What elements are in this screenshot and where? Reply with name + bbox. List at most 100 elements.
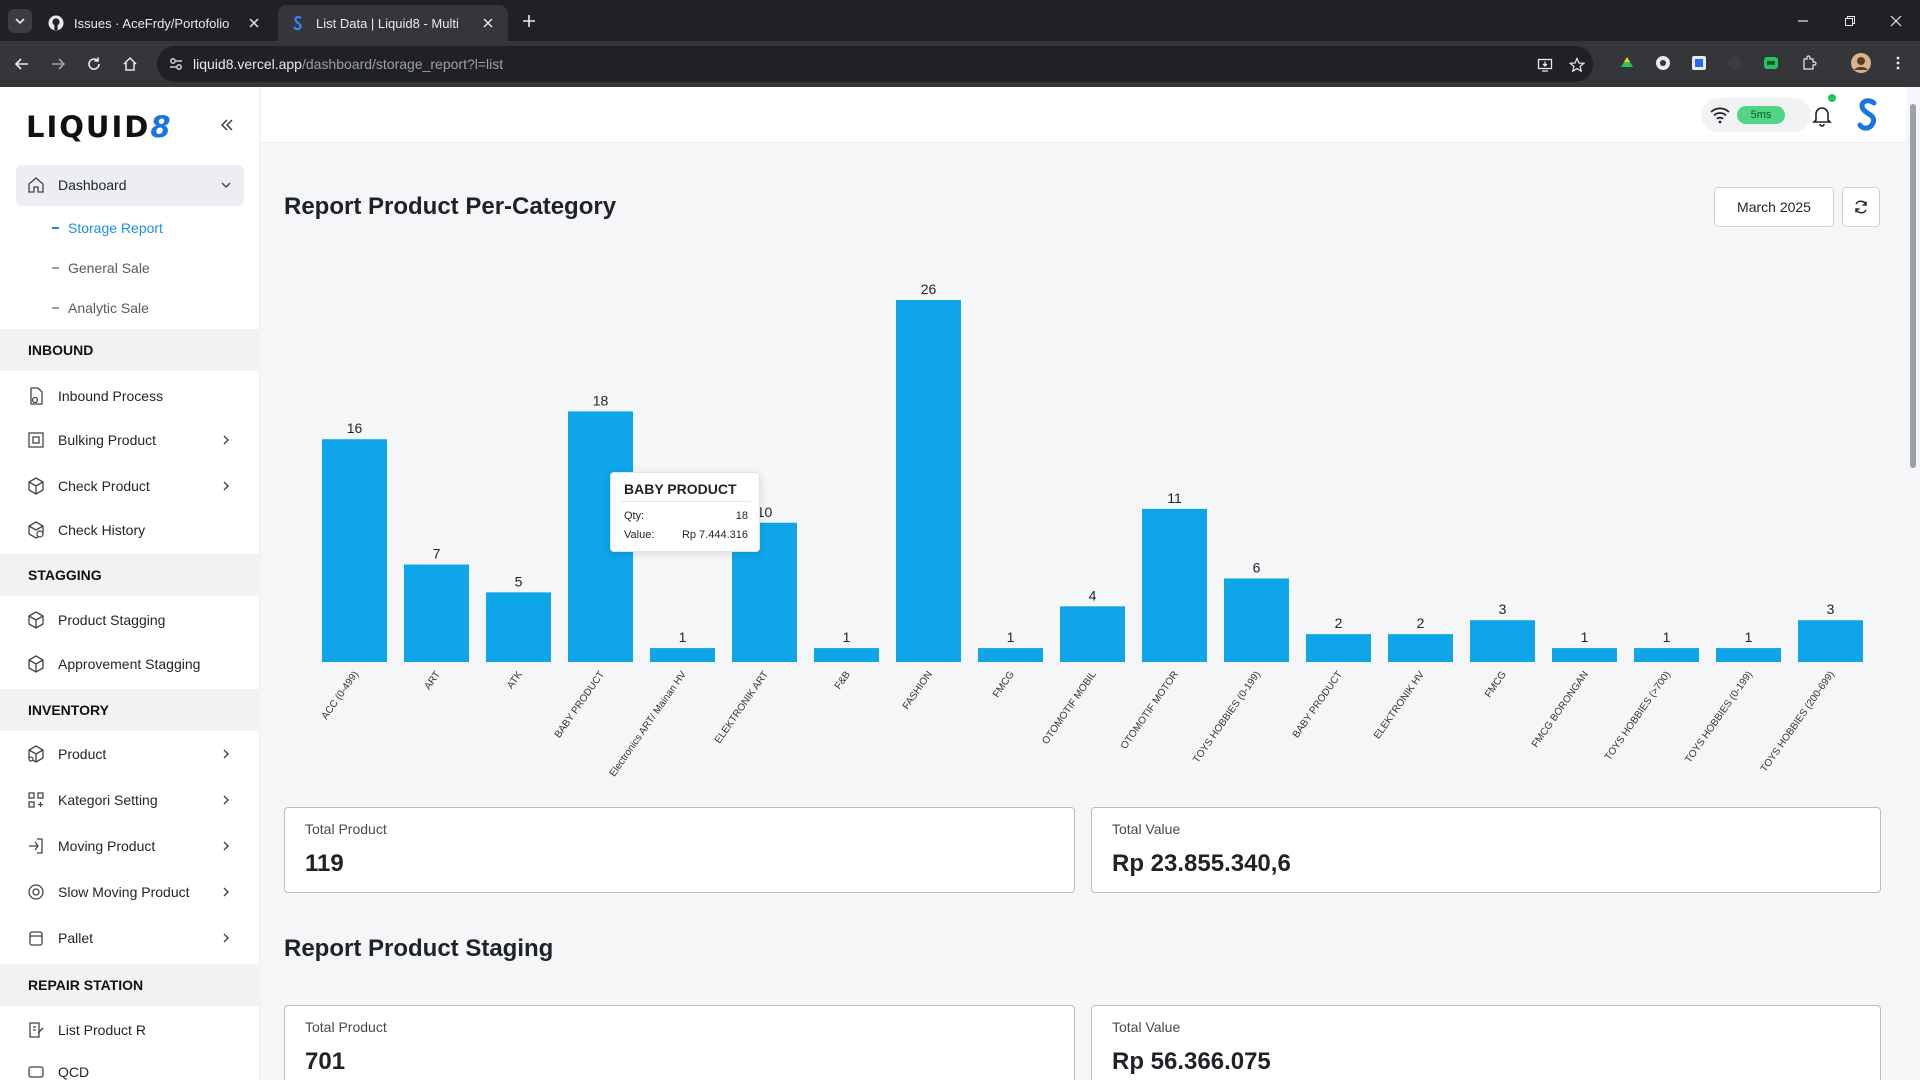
sidebar-subitem-analytic-sale[interactable]: Analytic Sale — [52, 300, 149, 316]
chart-bar[interactable] — [1388, 634, 1453, 662]
extension-privacy-icon[interactable] — [1653, 53, 1673, 73]
sidebar-item-label: Dashboard — [58, 177, 127, 193]
reload-button[interactable] — [82, 52, 106, 76]
profile-avatar[interactable] — [1851, 53, 1871, 73]
tooltip-qty-row: Qty: 18 — [624, 510, 748, 522]
refresh-button[interactable] — [1842, 187, 1880, 227]
close-window-button[interactable] — [1885, 10, 1907, 32]
plus-icon — [523, 15, 535, 27]
install-app-icon[interactable] — [1535, 55, 1555, 75]
chart-data-label: 2 — [1417, 615, 1425, 631]
chart-bar[interactable] — [1716, 648, 1781, 662]
chart-bar[interactable] — [322, 439, 387, 662]
close-icon[interactable] — [480, 15, 496, 31]
chart-data-label: 7 — [433, 546, 441, 562]
home-button[interactable] — [118, 52, 142, 76]
chevron-down-icon — [221, 182, 231, 188]
chart-x-tick-label: ELEKTRONIK HV — [1372, 669, 1427, 741]
sidebar-item-label: Kategori Setting — [58, 792, 158, 808]
sidebar-item-check-history[interactable]: Check History — [0, 510, 259, 550]
grid-settings-icon — [28, 792, 44, 808]
address-bar[interactable]: liquid8.vercel.app/dashboard/storage_rep… — [157, 46, 1593, 82]
sidebar-item-pallet[interactable]: Pallet — [0, 918, 259, 958]
sidebar-item-qcd[interactable]: QCD — [0, 1052, 259, 1080]
sidebar-item-label: Inbound Process — [58, 388, 164, 404]
sidebar-item-moving-product[interactable]: Moving Product — [0, 826, 259, 866]
extension-drive-icon[interactable] — [1617, 53, 1637, 73]
chart-data-label: 6 — [1253, 559, 1261, 575]
sidebar-item-list-product-r[interactable]: List Product R — [0, 1010, 259, 1050]
minimize-button[interactable] — [1792, 10, 1814, 32]
chart-bar[interactable] — [1798, 620, 1863, 662]
forward-button[interactable] — [46, 52, 70, 76]
chart-bar[interactable] — [1552, 648, 1617, 662]
scrollbar-thumb[interactable] — [1910, 104, 1916, 468]
total-value-label: Total Value — [1112, 821, 1181, 837]
tooltip-qty-value: 18 — [735, 510, 748, 522]
wifi-icon — [1710, 107, 1730, 124]
close-icon[interactable] — [246, 15, 262, 31]
sidebar-item-product-stagging[interactable]: Product Stagging — [0, 600, 259, 640]
sidebar-item-inbound-process[interactable]: Inbound Process — [0, 376, 259, 416]
sidebar-item-bulking-product[interactable]: Bulking Product — [0, 420, 259, 460]
staging-total-product-value: 701 — [305, 1048, 346, 1075]
new-tab-button[interactable] — [518, 10, 540, 32]
sidebar-item-product[interactable]: Product — [0, 734, 259, 774]
site-settings-icon[interactable] — [167, 55, 185, 73]
chart-bar[interactable] — [896, 300, 961, 662]
section-repair-station: REPAIR STATION — [0, 964, 259, 1006]
restore-button[interactable] — [1839, 10, 1861, 32]
sidebar-subitem-storage-report[interactable]: Storage Report — [52, 220, 163, 236]
chart-bar[interactable] — [650, 648, 715, 662]
chart-data-label: 5 — [515, 573, 523, 589]
extensions-puzzle-icon[interactable] — [1799, 53, 1819, 73]
reload-icon — [88, 57, 100, 70]
chart-bar[interactable] — [1634, 648, 1699, 662]
liquid8-brand-icon[interactable] — [1854, 98, 1882, 132]
sidebar-item-label: List Product R — [58, 1022, 146, 1038]
chart-bar[interactable] — [1470, 620, 1535, 662]
chart-bar[interactable] — [814, 648, 879, 662]
bookmark-star-icon[interactable] — [1567, 55, 1587, 75]
tooltip-value-row: Value: Rp 7.444.316 — [624, 529, 748, 541]
browser-tab-liquid8[interactable]: List Data | Liquid8 - Multi — [278, 5, 508, 41]
month-picker-button[interactable]: March 2025 — [1714, 187, 1834, 227]
browser-menu-icon[interactable] — [1888, 53, 1908, 73]
extension-shield-icon[interactable] — [1689, 53, 1709, 73]
history-box-icon — [28, 521, 44, 539]
collapse-sidebar-icon[interactable] — [218, 116, 236, 134]
chart-bar[interactable] — [978, 648, 1043, 662]
chart-bar[interactable] — [486, 592, 551, 662]
chart-data-label: 2 — [1335, 615, 1343, 631]
chevron-down-icon — [15, 18, 25, 25]
chart-bar[interactable] — [1306, 634, 1371, 662]
sidebar-item-label: Pallet — [58, 930, 94, 946]
arrow-right-icon — [52, 58, 66, 70]
sidebar-item-slow-moving-product[interactable]: Slow Moving Product — [0, 872, 259, 912]
section-stagging: STAGGING — [0, 554, 259, 596]
chart-bar[interactable] — [1224, 578, 1289, 662]
chart-bar[interactable] — [1142, 508, 1207, 662]
sidebar-item-label: Check History — [58, 522, 146, 538]
chart-x-tick-label: OTOMOTIF MOTOR — [1119, 669, 1181, 751]
sidebar-item-dashboard-row[interactable]: Dashboard — [0, 165, 259, 205]
sidebar-item-kategori-setting[interactable]: Kategori Setting — [0, 780, 259, 820]
bell-icon[interactable] — [1810, 103, 1834, 127]
browser-tab-github[interactable]: Issues · AceFrdy/Portofolio — [36, 5, 274, 41]
extension-dark-icon[interactable] — [1725, 53, 1745, 73]
extension-green-icon[interactable] — [1761, 53, 1781, 73]
tooltip-divider — [621, 501, 751, 502]
sidebar-item-check-product[interactable]: Check Product — [0, 466, 259, 506]
tab-search-button[interactable] — [8, 9, 32, 33]
chart-x-tick-label: ART — [423, 669, 443, 692]
back-button[interactable] — [10, 52, 34, 76]
sidebar-subitem-general-sale[interactable]: General Sale — [52, 260, 150, 276]
chart-bar[interactable] — [404, 564, 469, 662]
notification-dot — [1828, 94, 1836, 102]
app-logo[interactable]: LIQUID8 — [26, 110, 173, 144]
sidebar-item-approvement-stagging[interactable]: Approvement Stagging — [0, 644, 259, 684]
logo-mark: 8 — [150, 110, 173, 144]
url-host: liquid8.vercel.app — [193, 56, 302, 72]
total-value-value: Rp 23.855.340,6 — [1112, 850, 1291, 877]
chart-bar[interactable] — [1060, 606, 1125, 662]
